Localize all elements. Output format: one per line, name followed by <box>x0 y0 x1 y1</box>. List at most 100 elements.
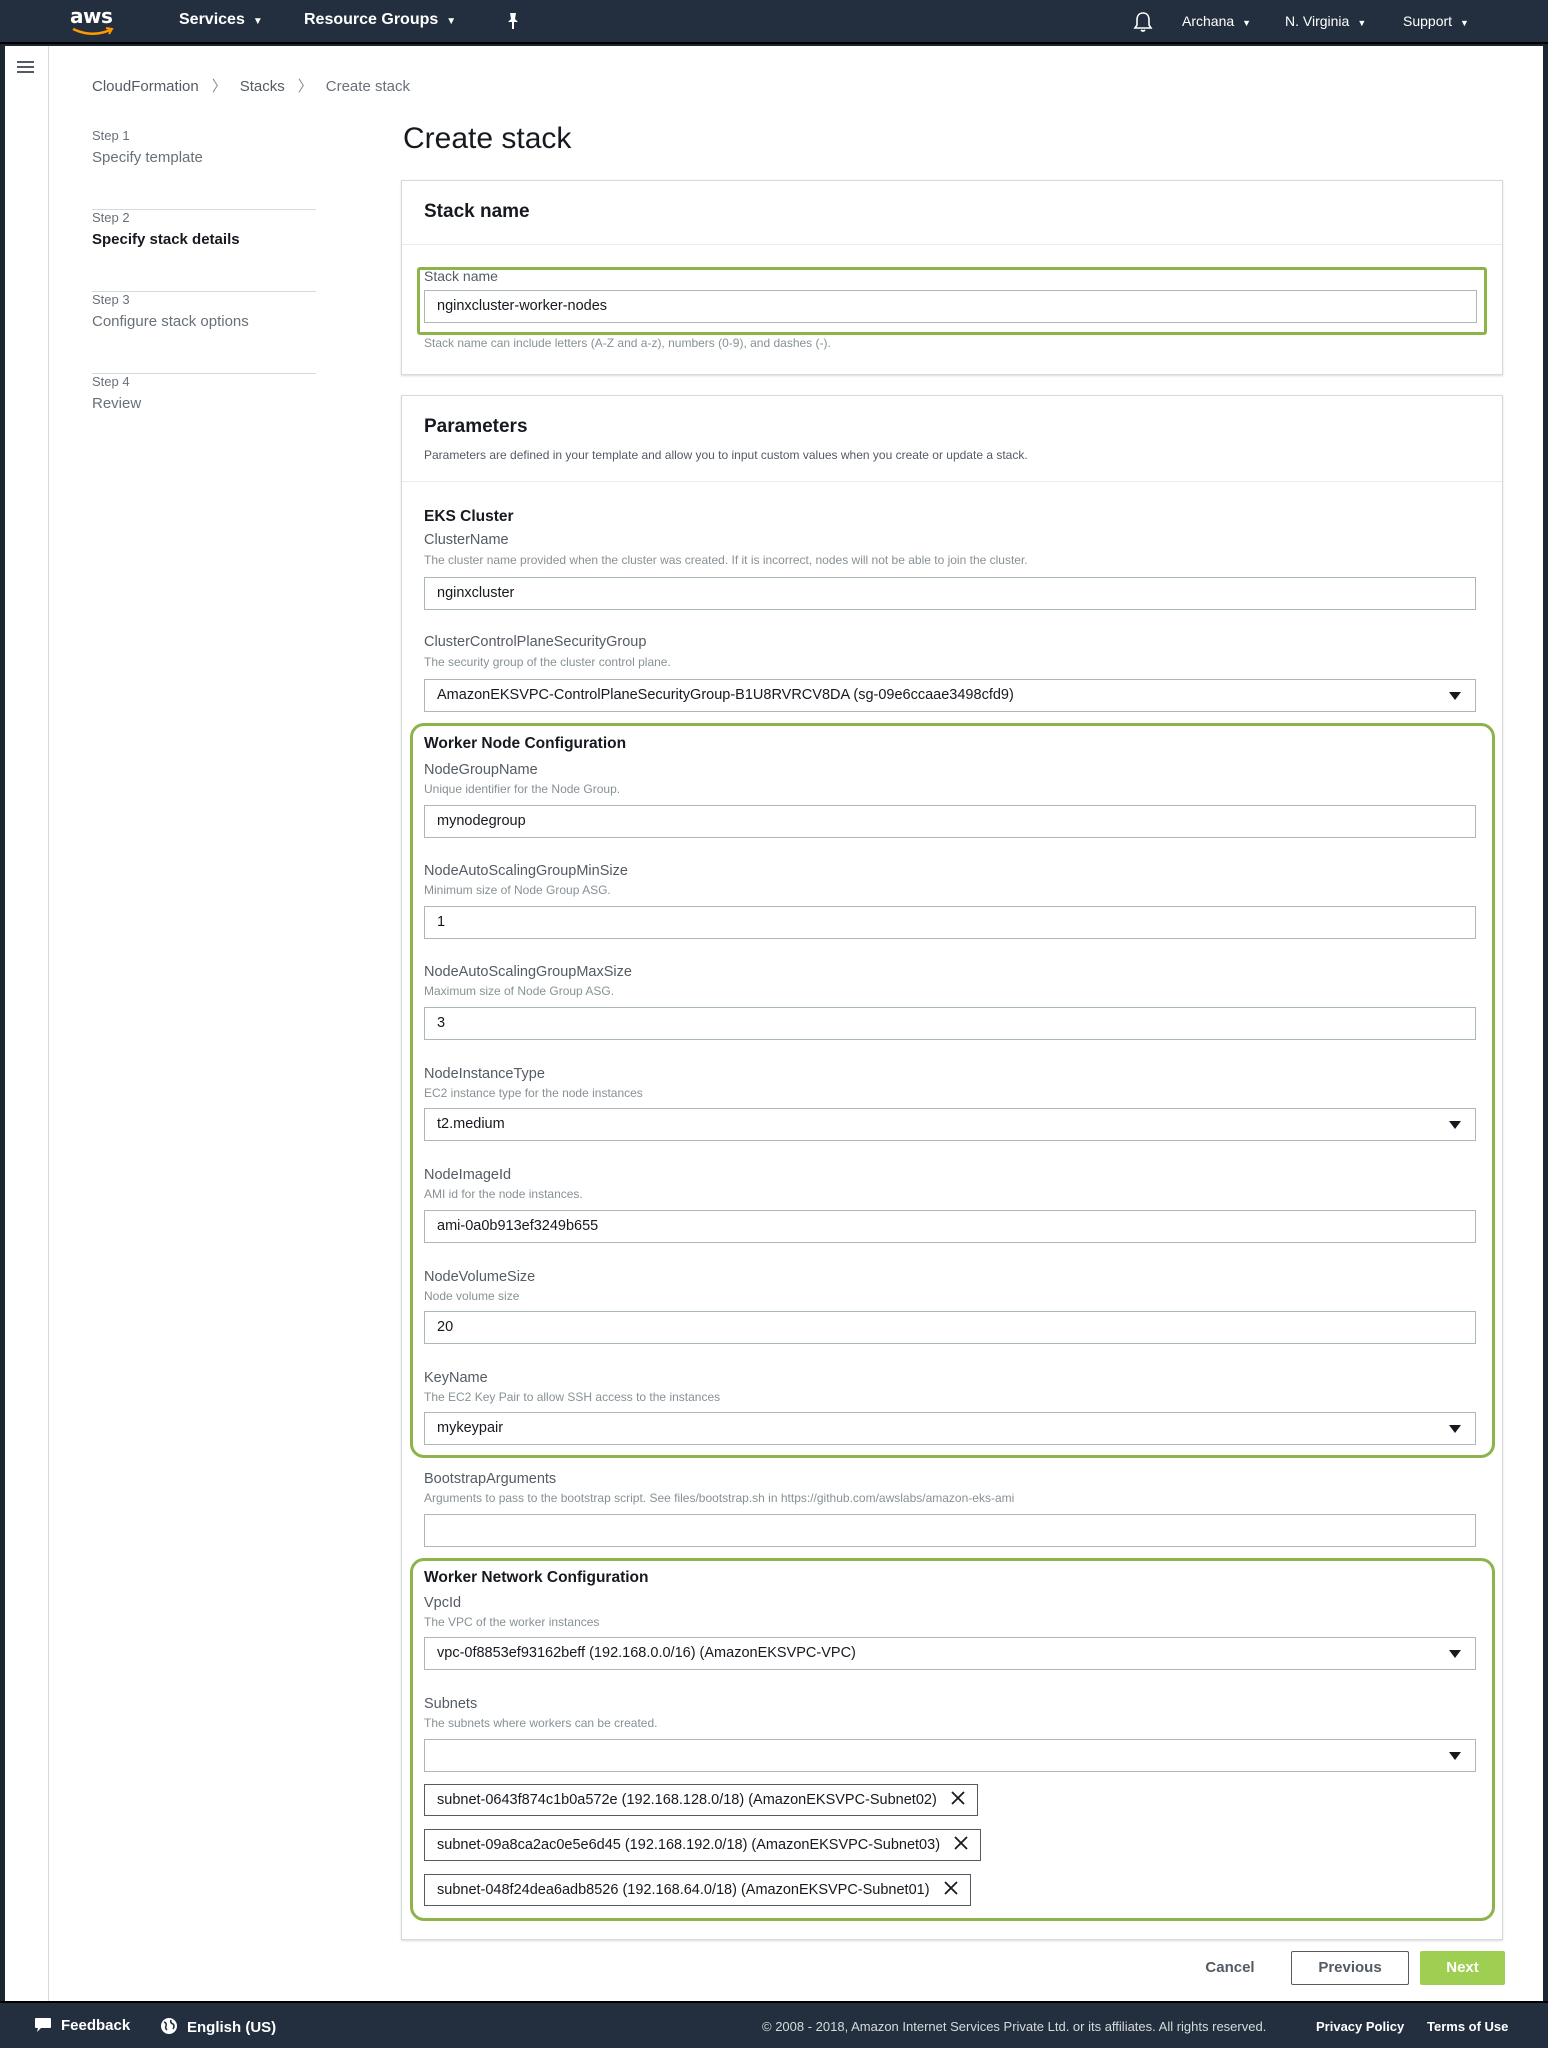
next-button[interactable]: Next <box>1420 1951 1505 1985</box>
pin-icon[interactable] <box>503 11 523 36</box>
chevron-down-icon: ▼ <box>446 16 457 27</box>
bootstrap-desc: Arguments to pass to the bootstrap scrip… <box>424 1491 1015 1505</box>
cluster-name-desc: The cluster name provided when the clust… <box>424 553 1028 567</box>
key-name-desc: The EC2 Key Pair to allow SSH access to … <box>424 1390 721 1404</box>
chevron-right-icon: 〉 <box>211 78 227 95</box>
vpc-id-label: VpcId <box>424 1595 462 1611</box>
min-size-input[interactable]: 1 <box>424 906 1476 939</box>
close-icon[interactable] <box>951 1791 965 1809</box>
subnet-token-label: subnet-09a8ca2ac0e5e6d45 (192.168.192.0/… <box>437 1836 941 1853</box>
account-menu[interactable]: Archana ▼ <box>1182 13 1251 29</box>
account-label: Archana <box>1182 13 1235 29</box>
close-icon[interactable] <box>943 1881 958 1899</box>
control-plane-sg-label: ClusterControlPlaneSecurityGroup <box>424 634 647 650</box>
step-label: Configure stack options <box>92 313 249 330</box>
bell-icon[interactable] <box>1133 11 1153 38</box>
control-plane-sg-value: AmazonEKSVPC-ControlPlaneSecurityGroup-B… <box>437 687 1014 703</box>
subnet-token: subnet-0643f874c1b0a572e (192.168.128.0/… <box>424 1784 978 1816</box>
terms-of-use-link[interactable]: Terms of Use <box>1427 2019 1508 2034</box>
language-selector[interactable]: English (US) <box>160 2017 276 2039</box>
subnet-token: subnet-048f24dea6adb8526 (192.168.64.0/1… <box>424 1874 971 1906</box>
page-title: Create stack <box>403 122 572 155</box>
max-size-label: NodeAutoScalingGroupMaxSize <box>424 964 632 980</box>
image-id-input[interactable]: ami-0a0b913ef3249b655 <box>424 1210 1476 1243</box>
volume-size-label: NodeVolumeSize <box>424 1269 536 1285</box>
control-plane-sg-select[interactable]: AmazonEKSVPC-ControlPlaneSecurityGroup-B… <box>424 679 1476 712</box>
subnet-token: subnet-09a8ca2ac0e5e6d45 (192.168.192.0/… <box>424 1829 982 1861</box>
step-4: Step 4 Review <box>92 374 316 456</box>
main-content: CloudFormation 〉 Stacks 〉 Create stack Step … <box>5 46 1543 2001</box>
subnets-desc: The subnets where workers can be created… <box>424 1716 658 1730</box>
caret-down-icon <box>1449 1752 1461 1760</box>
parameters-panel-header: Parameters Parameters are defined in you… <box>402 396 1502 482</box>
stack-name-hint: Stack name can include letters (A-Z and … <box>424 336 831 350</box>
control-plane-sg-desc: The security group of the cluster contro… <box>424 655 671 669</box>
close-icon[interactable] <box>954 1836 968 1854</box>
resource-groups-menu[interactable]: Resource Groups ▼ <box>304 11 456 29</box>
node-group-name-input[interactable]: mynodegroup <box>424 805 1476 838</box>
key-name-select[interactable]: mykeypair <box>424 1412 1476 1445</box>
region-menu[interactable]: N. Virginia ▼ <box>1285 13 1366 29</box>
vpc-id-desc: The VPC of the worker instances <box>424 1615 600 1629</box>
breadcrumb-create-stack: Create stack <box>325 78 410 95</box>
left-rail <box>5 46 49 2001</box>
chevron-down-icon: ▼ <box>1242 18 1252 28</box>
instance-type-label: NodeInstanceType <box>424 1066 545 1082</box>
stack-name-label: Stack name <box>424 268 498 284</box>
bootstrap-label: BootstrapArguments <box>424 1471 557 1487</box>
previous-button[interactable]: Previous <box>1291 1951 1409 1985</box>
step-1[interactable]: Step 1 Specify template <box>92 128 316 210</box>
parameters-title: Parameters <box>424 416 528 437</box>
step-2[interactable]: Step 2 Specify stack details <box>92 210 316 292</box>
cancel-button[interactable]: Cancel <box>1195 1952 1265 1986</box>
caret-down-icon <box>1449 1650 1461 1658</box>
parameters-description: Parameters are defined in your template … <box>424 448 1028 462</box>
breadcrumb-cloudformation[interactable]: CloudFormation <box>92 78 199 95</box>
stack-name-panel-title: Stack name <box>424 201 530 222</box>
worker-network-title: Worker Network Configuration <box>424 1569 649 1586</box>
min-size-desc: Minimum size of Node Group ASG. <box>424 883 611 897</box>
stack-name-panel-header: Stack name <box>402 181 1502 245</box>
cluster-name-input[interactable]: nginxcluster <box>424 577 1476 610</box>
step-number: Step 2 <box>92 210 130 225</box>
instance-type-value: t2.medium <box>437 1116 505 1132</box>
eks-cluster-title: EKS Cluster <box>424 508 514 525</box>
instance-type-select[interactable]: t2.medium <box>424 1108 1476 1141</box>
key-name-label: KeyName <box>424 1370 488 1386</box>
subnets-select[interactable] <box>424 1739 1476 1772</box>
max-size-desc: Maximum size of Node Group ASG. <box>424 984 615 998</box>
step-3: Step 3 Configure stack options <box>92 292 316 374</box>
aws-logo[interactable]: aws <box>70 4 120 40</box>
subnet-token-label: subnet-048f24dea6adb8526 (192.168.64.0/1… <box>437 1881 930 1898</box>
chevron-down-icon: ▼ <box>1357 18 1367 28</box>
max-size-input[interactable]: 3 <box>424 1007 1476 1040</box>
hamburger-icon[interactable] <box>17 60 34 79</box>
volume-size-input[interactable]: 20 <box>424 1311 1476 1344</box>
aws-smile-icon <box>72 27 114 35</box>
vpc-id-select[interactable]: vpc-0f8853ef93162beff (192.168.0.0/16) (… <box>424 1637 1476 1670</box>
services-label: Services <box>179 11 245 28</box>
step-number: Step 4 <box>92 374 130 389</box>
volume-size-desc: Node volume size <box>424 1289 520 1303</box>
speech-bubble-icon <box>34 2017 52 2037</box>
support-menu[interactable]: Support ▼ <box>1403 13 1469 29</box>
breadcrumb-stacks[interactable]: Stacks <box>240 78 285 95</box>
node-group-name-label: NodeGroupName <box>424 762 538 778</box>
chevron-down-icon: ▼ <box>252 16 263 27</box>
resource-groups-label: Resource Groups <box>304 11 439 28</box>
instance-type-desc: EC2 instance type for the node instances <box>424 1086 643 1100</box>
stack-name-panel: Stack name Stack name nginxcluster-worke… <box>401 180 1503 375</box>
feedback-link[interactable]: Feedback <box>34 2017 130 2037</box>
cluster-name-label: ClusterName <box>424 532 509 548</box>
globe-icon <box>160 2017 178 2039</box>
services-menu[interactable]: Services ▼ <box>179 11 263 29</box>
privacy-policy-link[interactable]: Privacy Policy <box>1316 2019 1404 2034</box>
image-id-label: NodeImageId <box>424 1167 512 1183</box>
node-group-name-desc: Unique identifier for the Node Group. <box>424 782 621 796</box>
stack-name-input[interactable]: nginxcluster-worker-nodes <box>424 290 1477 323</box>
bootstrap-input[interactable] <box>424 1514 1476 1547</box>
top-nav: aws Services ▼ Resource Groups ▼ Archana ▼ … <box>0 0 1548 44</box>
chevron-down-icon: ▼ <box>1460 18 1469 28</box>
aws-logo-text: aws <box>70 4 113 28</box>
step-label: Review <box>92 395 142 412</box>
